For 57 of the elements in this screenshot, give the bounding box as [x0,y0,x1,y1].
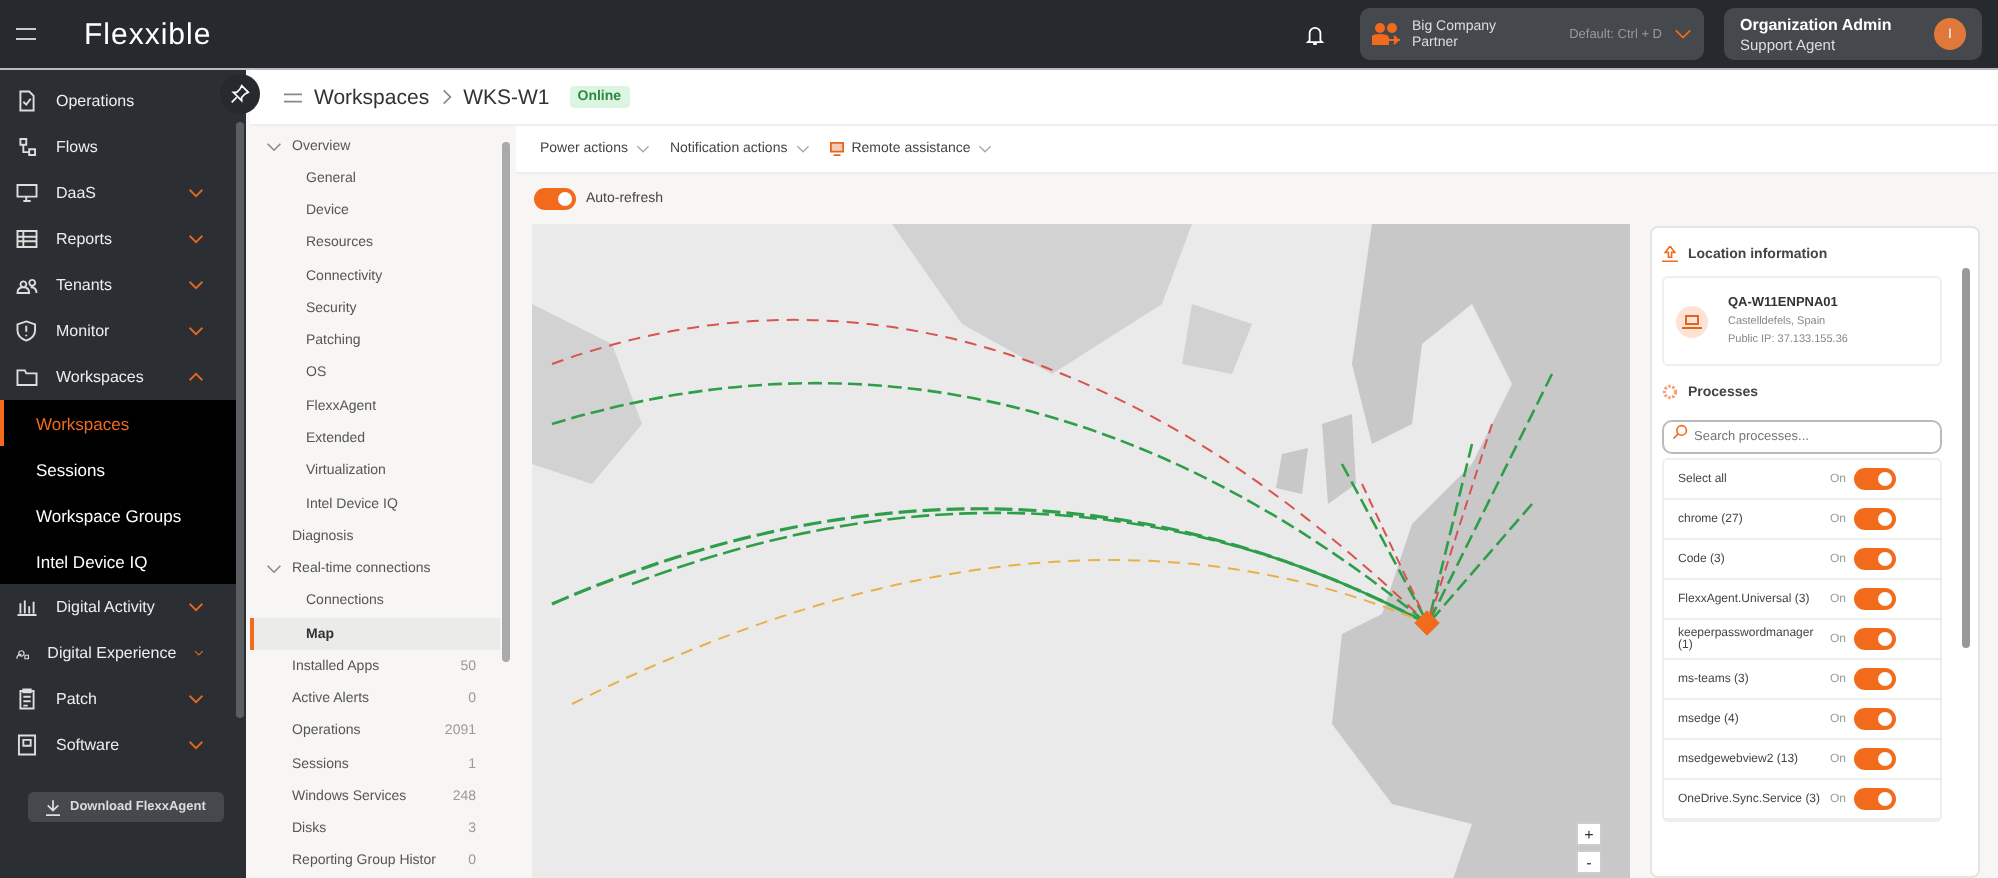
report-icon [16,228,38,250]
breadcrumb-link[interactable]: Workspaces [314,85,430,109]
sidebar-item[interactable]: Digital Experience [0,630,216,676]
monitor-icon [829,142,844,156]
process-toggle[interactable] [1854,628,1897,650]
process-toggle[interactable] [1854,668,1897,690]
sidebar-item[interactable]: Flows [0,124,216,170]
process-toggle[interactable] [1854,468,1897,490]
chevron-down-icon [795,144,810,154]
shield-icon [16,320,38,342]
process-toggle[interactable] [1854,788,1897,810]
sidebar-item[interactable]: Reports [0,216,216,262]
scrollbar[interactable] [236,122,244,718]
monitor-icon [16,182,38,204]
folder-icon [16,366,38,388]
people-icon [16,274,38,296]
search-icon [1672,423,1688,439]
bell-icon[interactable] [1306,23,1324,45]
box-icon [16,734,38,756]
process-toggle[interactable] [1854,748,1897,770]
download-icon [46,799,60,815]
sidebar-item[interactable]: Software [0,722,216,768]
sidebar-item[interactable]: Workspaces [0,354,216,400]
zoom-out-button[interactable]: - [1576,850,1602,874]
chevron-right-icon [441,88,452,106]
chevron-down-icon [266,141,282,152]
sidebar-item[interactable]: Patch [0,676,216,722]
people-icon [1372,22,1400,46]
scrollbar[interactable] [1962,268,1970,648]
document-icon [16,90,38,112]
sidebar-item[interactable]: Monitor [0,308,216,354]
sidebar-item[interactable]: Tenants [0,262,216,308]
chart-icon [16,596,38,618]
sidebar-item[interactable]: DaaS [0,170,216,216]
chevron-down-icon [635,144,650,154]
scrollbar[interactable] [502,142,510,662]
flow-icon [16,136,38,158]
clipboard-icon [16,688,38,710]
location-pin-icon [1662,246,1678,262]
sidebar-item[interactable]: Digital Activity [0,584,216,630]
chevron-down-icon [1674,28,1692,40]
chevron-down-icon [978,144,993,154]
auto-refresh-toggle[interactable] [534,188,576,210]
laptop-icon [1676,305,1708,337]
sidebar-subitem[interactable]: Workspace Groups [0,492,236,538]
sidebar-subitem[interactable]: Intel Device IQ [0,538,236,584]
process-toggle[interactable] [1854,508,1897,530]
process-toggle[interactable] [1854,708,1897,730]
process-toggle[interactable] [1854,548,1897,570]
sidebar-item[interactable]: Operations [0,78,216,124]
menu-icon[interactable] [16,28,36,40]
zoom-in-button[interactable]: + [1576,822,1602,846]
chevron-down-icon [266,564,282,575]
logo-text: Flexxible [84,17,212,51]
breadcrumb-current: WKS-W1 [463,85,550,109]
sidebar-subitem[interactable]: Sessions [0,446,236,492]
process-toggle[interactable] [1854,588,1897,610]
